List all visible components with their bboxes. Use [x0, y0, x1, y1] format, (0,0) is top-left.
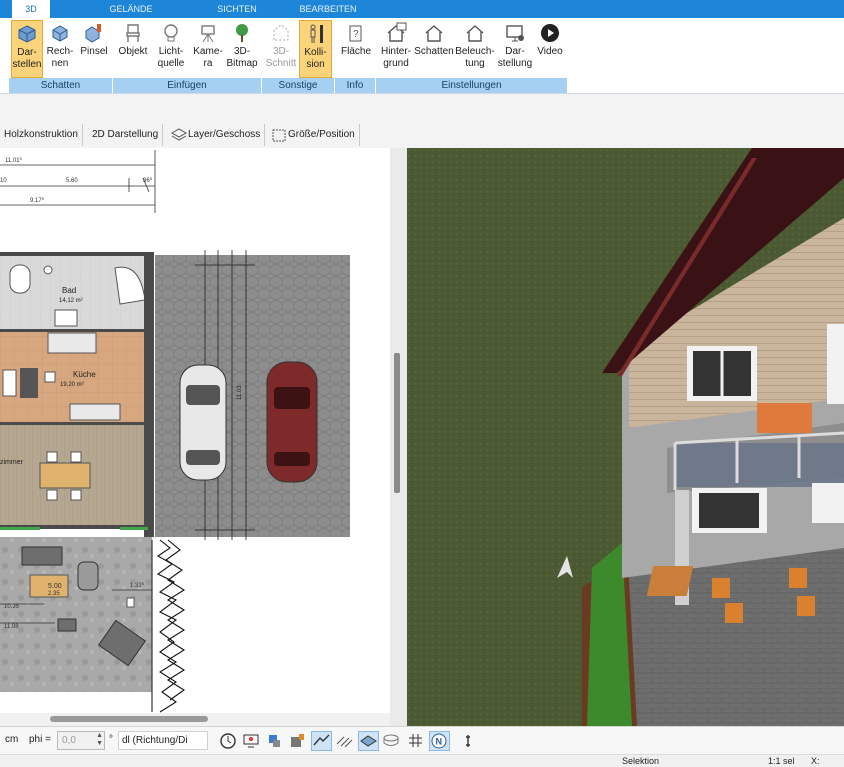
tab-sichten[interactable]: SICHTEN	[205, 0, 269, 18]
dim-10: 10	[0, 178, 7, 184]
layers-icon	[171, 128, 187, 141]
status-mode: Selektion	[622, 756, 660, 766]
status-scale: 1:1 sel	[768, 756, 795, 766]
screen-record-icon[interactable]	[241, 731, 262, 751]
house-shadow-icon	[425, 25, 443, 42]
tab-bearbeiten[interactable]: BEARBEITEN	[292, 0, 364, 18]
degree-label: °	[109, 734, 113, 745]
bitmap3d-button[interactable]: 3D- Bitmap	[225, 20, 259, 78]
car-red	[266, 361, 318, 483]
dim-top1: 11.015	[5, 156, 23, 164]
floor-plan-drawing: 11.015 10 5.60 365 9.175 Bad 14,12 m² Kü…	[0, 150, 350, 713]
group-schatten: Schatten	[9, 78, 113, 93]
flaeche-button[interactable]: ? Fläche	[338, 20, 374, 78]
floor-plan-view[interactable]: 11.015 10 5.60 365 9.175 Bad 14,12 m² Kü…	[0, 148, 390, 713]
play-icon	[541, 24, 559, 42]
hatch-icon[interactable]	[334, 731, 355, 751]
splitter-grip[interactable]	[394, 353, 400, 493]
direction-select[interactable]: dl (Richtung/Di	[118, 731, 208, 750]
cube-icon	[18, 25, 36, 43]
elevation-icon[interactable]	[458, 731, 479, 751]
tab-gelaende[interactable]: GELÄNDE	[96, 0, 166, 18]
darstellung-button[interactable]: Dar- stellung	[497, 20, 533, 78]
chair-icon	[126, 24, 140, 42]
ribbon: Dar- stellen Rech- nen Pinsel Objekt Lic…	[0, 18, 844, 94]
dim-1108: 11.08	[4, 624, 19, 630]
ribbon-tabbar: 3D GELÄNDE SICHTEN BEARBEITEN	[0, 0, 844, 18]
beleuchtung-button[interactable]: Beleuch- tung	[455, 20, 495, 78]
resize-icon	[272, 129, 286, 142]
schatten-button[interactable]: Schatten	[414, 20, 454, 78]
dim-560: 5.60	[66, 178, 78, 184]
tree-icon	[236, 24, 248, 42]
group-sonstige: Sonstige	[262, 78, 335, 93]
group-einfuegen: Einfügen	[113, 78, 262, 93]
pinsel-button[interactable]: Pinsel	[78, 20, 110, 78]
video-button[interactable]: Video	[534, 20, 566, 78]
unit-label: cm	[5, 734, 19, 745]
dim-500: 5.00	[48, 583, 62, 590]
terrain-view-icon[interactable]	[311, 731, 332, 751]
rechnen-button[interactable]: Rech- nen	[45, 20, 75, 78]
phi-label: phi =	[29, 734, 51, 745]
collision-icon	[310, 24, 323, 43]
stack-icon[interactable]	[381, 731, 402, 751]
layer-geschoss-button[interactable]: Layer/Geschoss	[168, 124, 266, 146]
area-info-icon: ?	[349, 25, 362, 42]
hedge	[156, 539, 186, 713]
svg-text:N: N	[436, 737, 443, 747]
plan-scroll-thumb[interactable]	[50, 716, 208, 722]
groesse-position-button[interactable]: Größe/Position	[268, 124, 360, 146]
layer-view-icon[interactable]	[358, 731, 379, 751]
room-bad-label: Bad	[62, 286, 76, 295]
tab-3d[interactable]: 3D	[12, 0, 50, 18]
house-background-icon	[387, 22, 407, 42]
section-icon	[273, 24, 289, 41]
kollision-button[interactable]: Kolli- sion	[299, 20, 332, 78]
dim-36: 365	[143, 176, 153, 184]
3d-view[interactable]	[407, 148, 844, 726]
north-icon[interactable]: N	[429, 731, 450, 751]
room-zimmer-label: zimmer	[0, 459, 24, 466]
bottom-toolbar: cm phi = 0,0 ▲ ▼ ° dl (Richtung/Di N	[0, 726, 844, 754]
lichtquelle-button[interactable]: Licht- quelle	[153, 20, 189, 78]
room-bad-area: 14,12 m²	[59, 298, 83, 304]
grid-icon[interactable]	[405, 731, 426, 751]
dim-1035: 10.35	[4, 604, 20, 610]
paint-brush-icon	[85, 24, 101, 43]
holzkonstruktion-button[interactable]: Holzkonstruktion	[0, 124, 83, 146]
plan-horizontal-scrollbar[interactable]	[0, 713, 390, 726]
cube-calc-icon	[52, 25, 68, 42]
kamera-button[interactable]: Kame- ra	[192, 20, 224, 78]
room-kueche-label: Küche	[73, 370, 96, 379]
svg-text:?: ?	[353, 29, 359, 40]
3d-house-render	[407, 148, 844, 726]
schnitt3d-button[interactable]: 3D- Schnitt	[264, 20, 298, 78]
view-toolbar: Holzkonstruktion 2D Darstellung Layer/Ge…	[0, 120, 370, 148]
darstellen-button[interactable]: Dar- stellen	[11, 20, 43, 78]
status-bar: Selektion 1:1 sel X:	[0, 754, 844, 767]
clock-icon[interactable]	[218, 731, 239, 751]
dim-917: 9.175	[30, 196, 45, 204]
status-x-coordinate: X:	[811, 756, 820, 766]
phi-stepper[interactable]: ▲ ▼	[96, 732, 103, 748]
house-light-icon	[466, 25, 484, 42]
group-einstellungen: Einstellungen	[376, 78, 568, 93]
snap-objects-icon[interactable]	[264, 731, 285, 751]
dim-1103: 11.03	[237, 385, 243, 400]
car-white	[179, 364, 227, 481]
darstellung-2d-button[interactable]: 2D Darstellung	[88, 124, 164, 146]
objekt-button[interactable]: Objekt	[116, 20, 150, 78]
room-kueche-area: 19,20 m²	[60, 382, 84, 388]
phi-input[interactable]: 0,0 ▲ ▼	[57, 731, 105, 750]
view-splitter[interactable]	[390, 148, 407, 726]
monitor-icon	[506, 25, 524, 42]
hintergrund-button[interactable]: Hinter- grund	[378, 20, 414, 78]
group-info: Info	[335, 78, 376, 93]
bulb-icon	[164, 24, 178, 42]
dim-235: 2.35	[48, 591, 60, 597]
paint-bucket-icon[interactable]	[287, 731, 308, 751]
camera-icon	[201, 25, 215, 43]
